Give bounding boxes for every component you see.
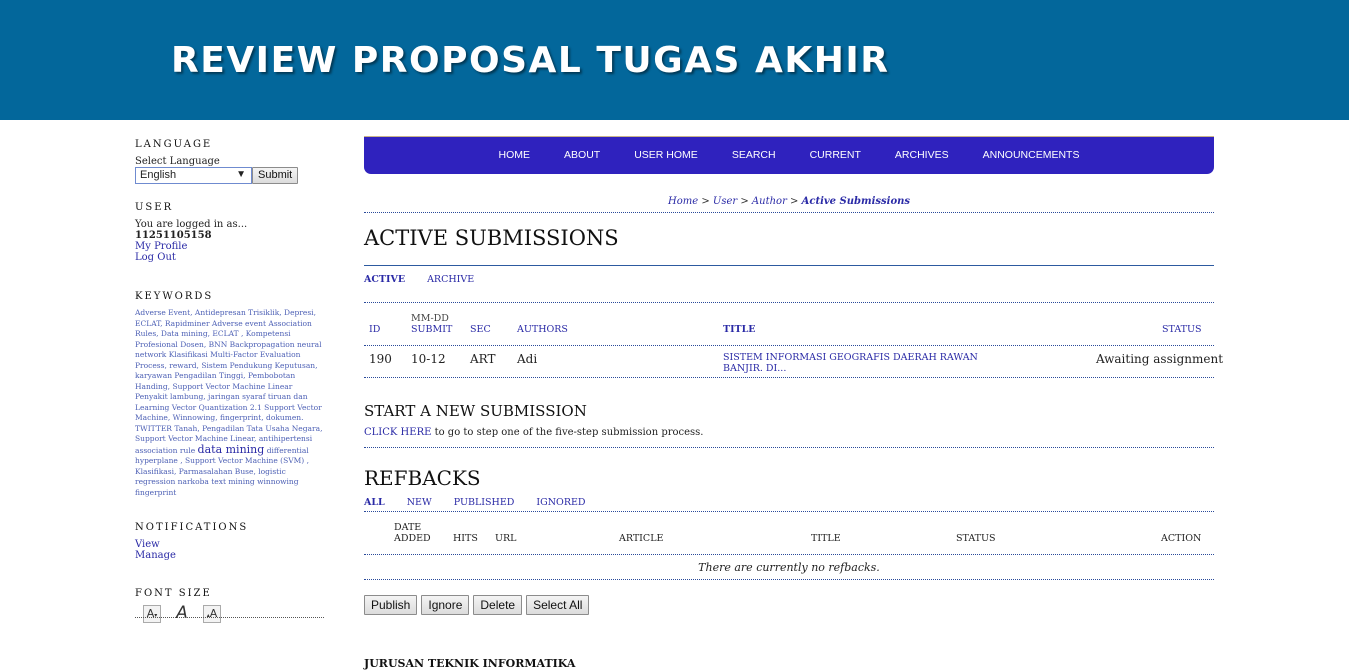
row-date: 10-12: [411, 352, 446, 366]
my-profile-link[interactable]: My Profile: [135, 241, 187, 252]
publish-button[interactable]: Publish: [364, 595, 418, 615]
footer-title: JURUSAN TEKNIK INFORMATIKA: [364, 657, 576, 670]
keyword-cloud: Adverse Event, Antidepresan Trisiklik, D…: [135, 308, 325, 498]
notifications-title: NOTIFICATIONS: [135, 522, 249, 533]
title-underline: [364, 265, 1214, 266]
notifications-manage-link[interactable]: Manage: [135, 550, 176, 561]
new-submission-title: START A NEW SUBMISSION: [364, 402, 587, 420]
language-block: LANGUAGE Select Language English ▼ Submi…: [135, 139, 325, 184]
page-title: ACTIVE SUBMISSIONS: [364, 226, 619, 250]
sidebar-divider: [135, 617, 324, 618]
col-added: ADDED: [394, 533, 431, 544]
col-status[interactable]: STATUS: [1162, 324, 1202, 335]
divider: [364, 554, 1214, 555]
divider: [364, 212, 1214, 213]
col-sec[interactable]: SEC: [470, 324, 491, 335]
new-submission-text: CLICK HERE to go to step one of the five…: [364, 427, 704, 438]
keywords-block: KEYWORDS Adverse Event, Antidepresan Tri…: [135, 291, 325, 498]
col-url: URL: [495, 533, 517, 544]
ignore-button[interactable]: Ignore: [421, 595, 470, 615]
nav-search[interactable]: SEARCH: [715, 137, 793, 173]
tab-active[interactable]: ACTIVE: [364, 274, 405, 285]
refbacks-tabs: ALL NEW PUBLISHED IGNORED: [364, 497, 586, 508]
language-label: Select Language: [135, 156, 220, 167]
nav-home[interactable]: HOME: [482, 137, 548, 173]
tab-ignored[interactable]: IGNORED: [536, 497, 585, 508]
language-title: LANGUAGE: [135, 139, 213, 150]
logged-in-text: You are logged in as...: [135, 219, 248, 230]
divider: [364, 345, 1214, 346]
breadcrumb: Home > User > Author > Active Submission…: [667, 196, 911, 207]
refback-actions: Publish Ignore Delete Select All: [364, 595, 590, 615]
breadcrumb-user[interactable]: User: [713, 196, 737, 207]
language-selected: English: [140, 169, 177, 181]
tab-new[interactable]: NEW: [407, 497, 432, 508]
nav-user-home[interactable]: USER HOME: [617, 137, 715, 173]
font-larger-icon[interactable]: ▴A: [203, 605, 221, 623]
user-block: USER You are logged in as... 11251105158…: [135, 202, 325, 263]
divider: [364, 302, 1214, 303]
divider: [364, 579, 1214, 580]
nav-current[interactable]: CURRENT: [793, 137, 878, 173]
col-ref-title: TITLE: [811, 533, 841, 544]
sidebar: LANGUAGE Select Language English ▼ Submi…: [135, 139, 325, 623]
delete-button[interactable]: Delete: [473, 595, 523, 615]
col-article: ARTICLE: [619, 533, 664, 544]
divider: [364, 447, 1214, 448]
divider: [364, 377, 1214, 378]
row-title-link[interactable]: SISTEM INFORMASI GEOGRAFIS DAERAH RAWAN B…: [723, 352, 978, 374]
tab-published[interactable]: PUBLISHED: [454, 497, 515, 508]
submission-tabs: ACTIVE ARCHIVE: [364, 274, 474, 285]
refbacks-title: REFBACKS: [364, 466, 481, 490]
nav-archives[interactable]: ARCHIVES: [878, 137, 966, 173]
nav-about[interactable]: ABOUT: [547, 137, 617, 173]
col-action: ACTION: [1161, 533, 1202, 544]
dropdown-arrow-icon: ▼: [236, 169, 246, 180]
col-date: DATE: [394, 522, 422, 533]
col-authors[interactable]: AUTHORS: [517, 324, 568, 335]
language-submit-button[interactable]: Submit: [252, 167, 299, 184]
empty-refbacks-message: There are currently no refbacks.: [698, 561, 880, 574]
breadcrumb-current[interactable]: Active Submissions: [802, 196, 910, 207]
main-navbar: HOME ABOUT USER HOME SEARCH CURRENT ARCH…: [364, 136, 1214, 174]
site-title: REVIEW PROPOSAL TUGAS AKHIR: [171, 40, 890, 81]
font-default-icon[interactable]: A: [173, 605, 191, 623]
site-header: REVIEW PROPOSAL TUGAS AKHIR: [0, 0, 1349, 120]
row-id: 190: [369, 352, 392, 366]
select-all-button[interactable]: Select All: [526, 595, 590, 615]
tab-all[interactable]: ALL: [364, 497, 385, 508]
tab-archive[interactable]: ARCHIVE: [427, 274, 474, 285]
nav-announcements[interactable]: ANNOUNCEMENTS: [966, 137, 1097, 173]
keyword-links[interactable]: Adverse Event, Antidepresan Trisiklik, D…: [135, 308, 322, 455]
click-here-link[interactable]: CLICK HERE: [364, 427, 431, 438]
col-hits: HITS: [453, 533, 478, 544]
col-ref-status: STATUS: [956, 533, 996, 544]
col-title[interactable]: TITLE: [723, 324, 756, 335]
username: 11251105158: [135, 230, 212, 241]
log-out-link[interactable]: Log Out: [135, 252, 176, 263]
row-authors: Adi: [517, 352, 538, 366]
col-mmdd: MM-DD: [411, 313, 449, 324]
user-title: USER: [135, 202, 174, 213]
font-smaller-icon[interactable]: A▾: [143, 605, 161, 623]
notifications-view-link[interactable]: View: [135, 539, 160, 550]
breadcrumb-author[interactable]: Author: [752, 196, 787, 207]
breadcrumb-home[interactable]: Home: [668, 196, 698, 207]
divider: [364, 511, 1214, 512]
row-status: Awaiting assignment: [1096, 352, 1224, 366]
notifications-block: NOTIFICATIONS View Manage: [135, 522, 325, 561]
font-size-title: FONT SIZE: [135, 588, 212, 599]
col-submit[interactable]: SUBMIT: [411, 324, 452, 335]
language-select[interactable]: English ▼: [135, 167, 252, 184]
keyword-data-mining[interactable]: data mining: [198, 443, 265, 456]
col-id[interactable]: ID: [369, 324, 380, 335]
row-sec: ART: [470, 352, 496, 366]
keywords-title: KEYWORDS: [135, 291, 214, 302]
